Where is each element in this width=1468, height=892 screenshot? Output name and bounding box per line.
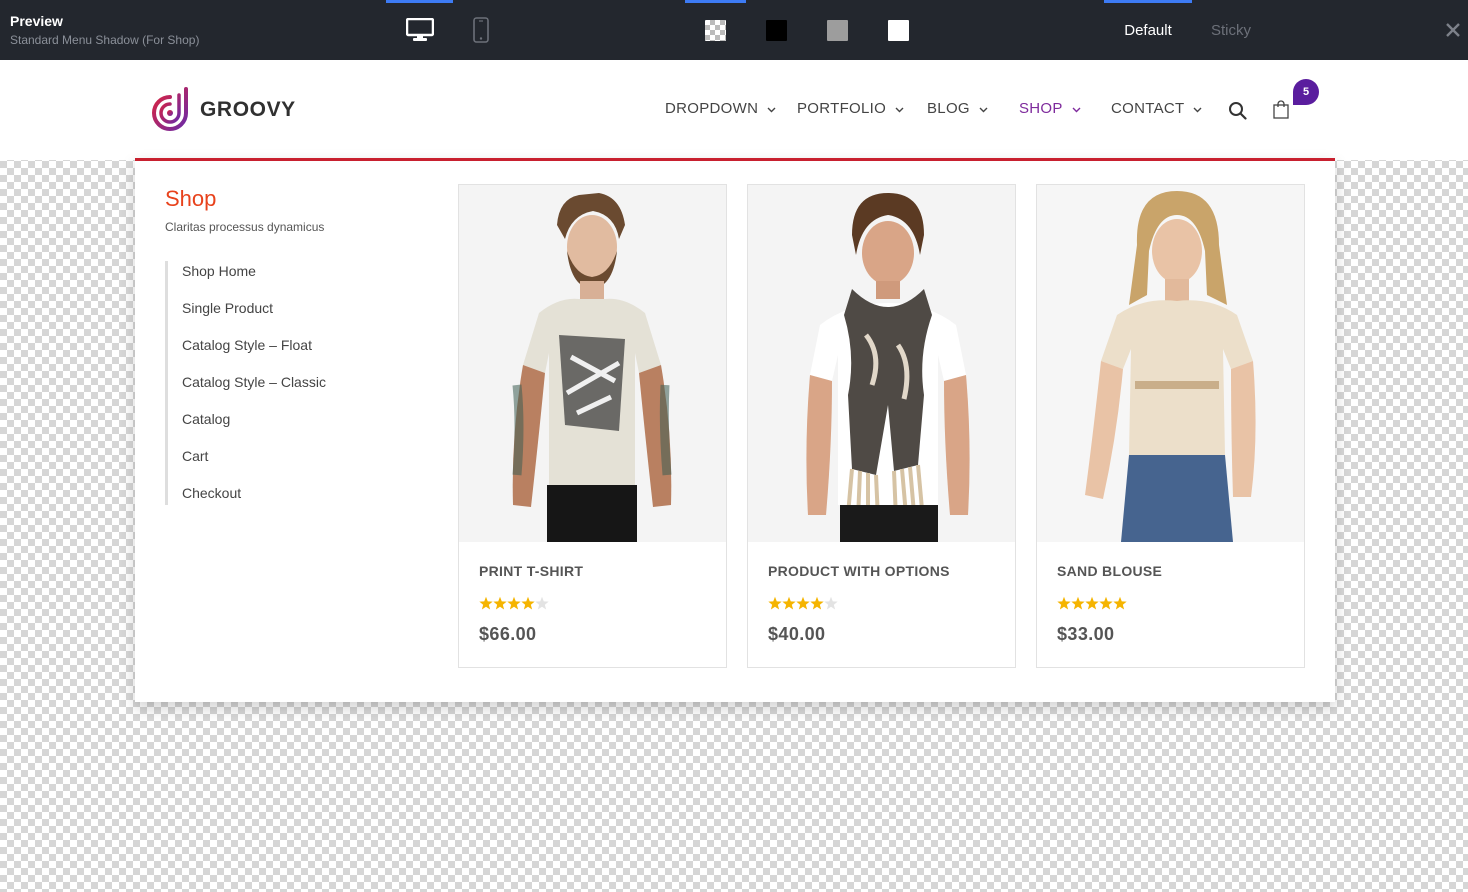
close-icon — [1446, 23, 1460, 37]
mega-menu-subtitle: Claritas processus dynamicus — [165, 220, 325, 234]
chevron-down-icon — [1193, 107, 1202, 112]
product-image[interactable] — [748, 185, 1015, 542]
star-filled-icon — [493, 596, 507, 610]
logo-text: GROOVY — [200, 98, 296, 121]
star-empty-icon — [535, 596, 549, 610]
nav-item-portfolio[interactable]: PORTFOLIO — [797, 100, 904, 117]
mobile-icon — [473, 17, 489, 43]
nav-item-label: BLOG — [927, 100, 970, 117]
black-swatch — [766, 19, 787, 41]
star-filled-icon — [507, 596, 521, 610]
nav-item-shop[interactable]: SHOP — [1019, 100, 1081, 117]
nav-item-dropdown[interactable]: DROPDOWN — [665, 100, 776, 117]
background-black-button[interactable] — [746, 0, 807, 60]
star-filled-icon — [479, 596, 493, 610]
product-card[interactable]: SAND BLOUSE $33.00 — [1036, 184, 1305, 668]
preview-title: Preview — [10, 13, 63, 29]
star-filled-icon — [1085, 596, 1099, 610]
background-white-button[interactable] — [868, 0, 929, 60]
chevron-down-icon — [767, 107, 776, 112]
preview-toolbar: Preview Standard Menu Shadow (For Shop) … — [0, 0, 1468, 60]
product-name[interactable]: SAND BLOUSE — [1057, 563, 1162, 579]
mega-menu-title: Shop — [165, 186, 217, 211]
chevron-down-icon — [1072, 107, 1081, 112]
shopping-bag-icon — [1273, 100, 1289, 119]
star-filled-icon — [768, 596, 782, 610]
star-rating — [768, 596, 840, 611]
product-image[interactable] — [459, 185, 726, 542]
white-swatch — [888, 19, 909, 41]
site-logo[interactable]: GROOVY — [150, 87, 296, 133]
menu-link-shop-home[interactable]: Shop Home — [168, 261, 326, 298]
mode-sticky-tab[interactable]: Sticky — [1192, 0, 1270, 60]
device-mobile-tab[interactable] — [453, 0, 509, 60]
checkerboard-swatch — [705, 19, 726, 41]
mode-default-tab[interactable]: Default — [1104, 0, 1192, 60]
menu-link-single-product[interactable]: Single Product — [168, 298, 326, 335]
menu-link-catalog-float[interactable]: Catalog Style – Float — [168, 335, 326, 372]
menu-link-catalog[interactable]: Catalog — [168, 409, 326, 446]
star-filled-icon — [521, 596, 535, 610]
background-transparent-button[interactable] — [685, 0, 746, 60]
menu-link-checkout[interactable]: Checkout — [168, 483, 326, 505]
cart-button[interactable] — [1273, 100, 1289, 124]
menu-link-catalog-classic[interactable]: Catalog Style – Classic — [168, 372, 326, 409]
star-filled-icon — [810, 596, 824, 610]
star-filled-icon — [1057, 596, 1071, 610]
star-empty-icon — [824, 596, 838, 610]
background-grey-button[interactable] — [807, 0, 868, 60]
stars-icon — [479, 596, 549, 610]
shop-link-list: Shop Home Single Product Catalog Style –… — [165, 261, 326, 505]
product-photo-blouse — [1037, 185, 1304, 542]
star-filled-icon — [1113, 596, 1127, 610]
grey-swatch — [827, 19, 848, 41]
menu-link-cart[interactable]: Cart — [168, 446, 326, 483]
product-price: $33.00 — [1057, 624, 1115, 644]
product-card[interactable]: PRODUCT WITH OPTIONS $40.00 — [747, 184, 1016, 668]
close-button[interactable] — [1442, 19, 1464, 41]
star-filled-icon — [782, 596, 796, 610]
cart-count-badge: 5 — [1293, 79, 1319, 105]
nav-item-blog[interactable]: BLOG — [927, 100, 988, 117]
nav-item-label: PORTFOLIO — [797, 100, 887, 117]
star-filled-icon — [1099, 596, 1113, 610]
star-rating — [1057, 596, 1129, 611]
device-desktop-tab[interactable] — [386, 0, 453, 60]
nav-item-label: CONTACT — [1111, 100, 1185, 117]
shop-mega-menu: Shop Claritas processus dynamicus Shop H… — [135, 158, 1335, 702]
chevron-down-icon — [895, 107, 904, 112]
desktop-icon — [405, 18, 434, 41]
stars-icon — [768, 596, 838, 610]
stars-icon — [1057, 596, 1127, 610]
product-card[interactable]: PRINT T-SHIRT $66.00 — [458, 184, 727, 668]
product-photo-scarf — [748, 185, 1015, 542]
product-photo-tshirt — [459, 185, 726, 542]
product-price: $66.00 — [479, 624, 537, 644]
product-price: $40.00 — [768, 624, 826, 644]
chevron-down-icon — [979, 107, 988, 112]
product-name[interactable]: PRODUCT WITH OPTIONS — [768, 563, 950, 579]
preview-subtitle: Standard Menu Shadow (For Shop) — [10, 33, 200, 47]
star-filled-icon — [796, 596, 810, 610]
product-name[interactable]: PRINT T-SHIRT — [479, 563, 583, 579]
search-button[interactable] — [1228, 101, 1247, 125]
nav-item-contact[interactable]: CONTACT — [1111, 100, 1202, 117]
logo-mark-icon — [152, 87, 188, 131]
nav-item-label: SHOP — [1019, 100, 1063, 117]
search-icon — [1229, 102, 1247, 120]
site-header: GROOVY DROPDOWN PORTFOLIO BLOG SHOP CONT… — [0, 60, 1468, 160]
product-image[interactable] — [1037, 185, 1304, 542]
star-rating — [479, 596, 551, 611]
nav-item-label: DROPDOWN — [665, 100, 759, 117]
star-filled-icon — [1071, 596, 1085, 610]
